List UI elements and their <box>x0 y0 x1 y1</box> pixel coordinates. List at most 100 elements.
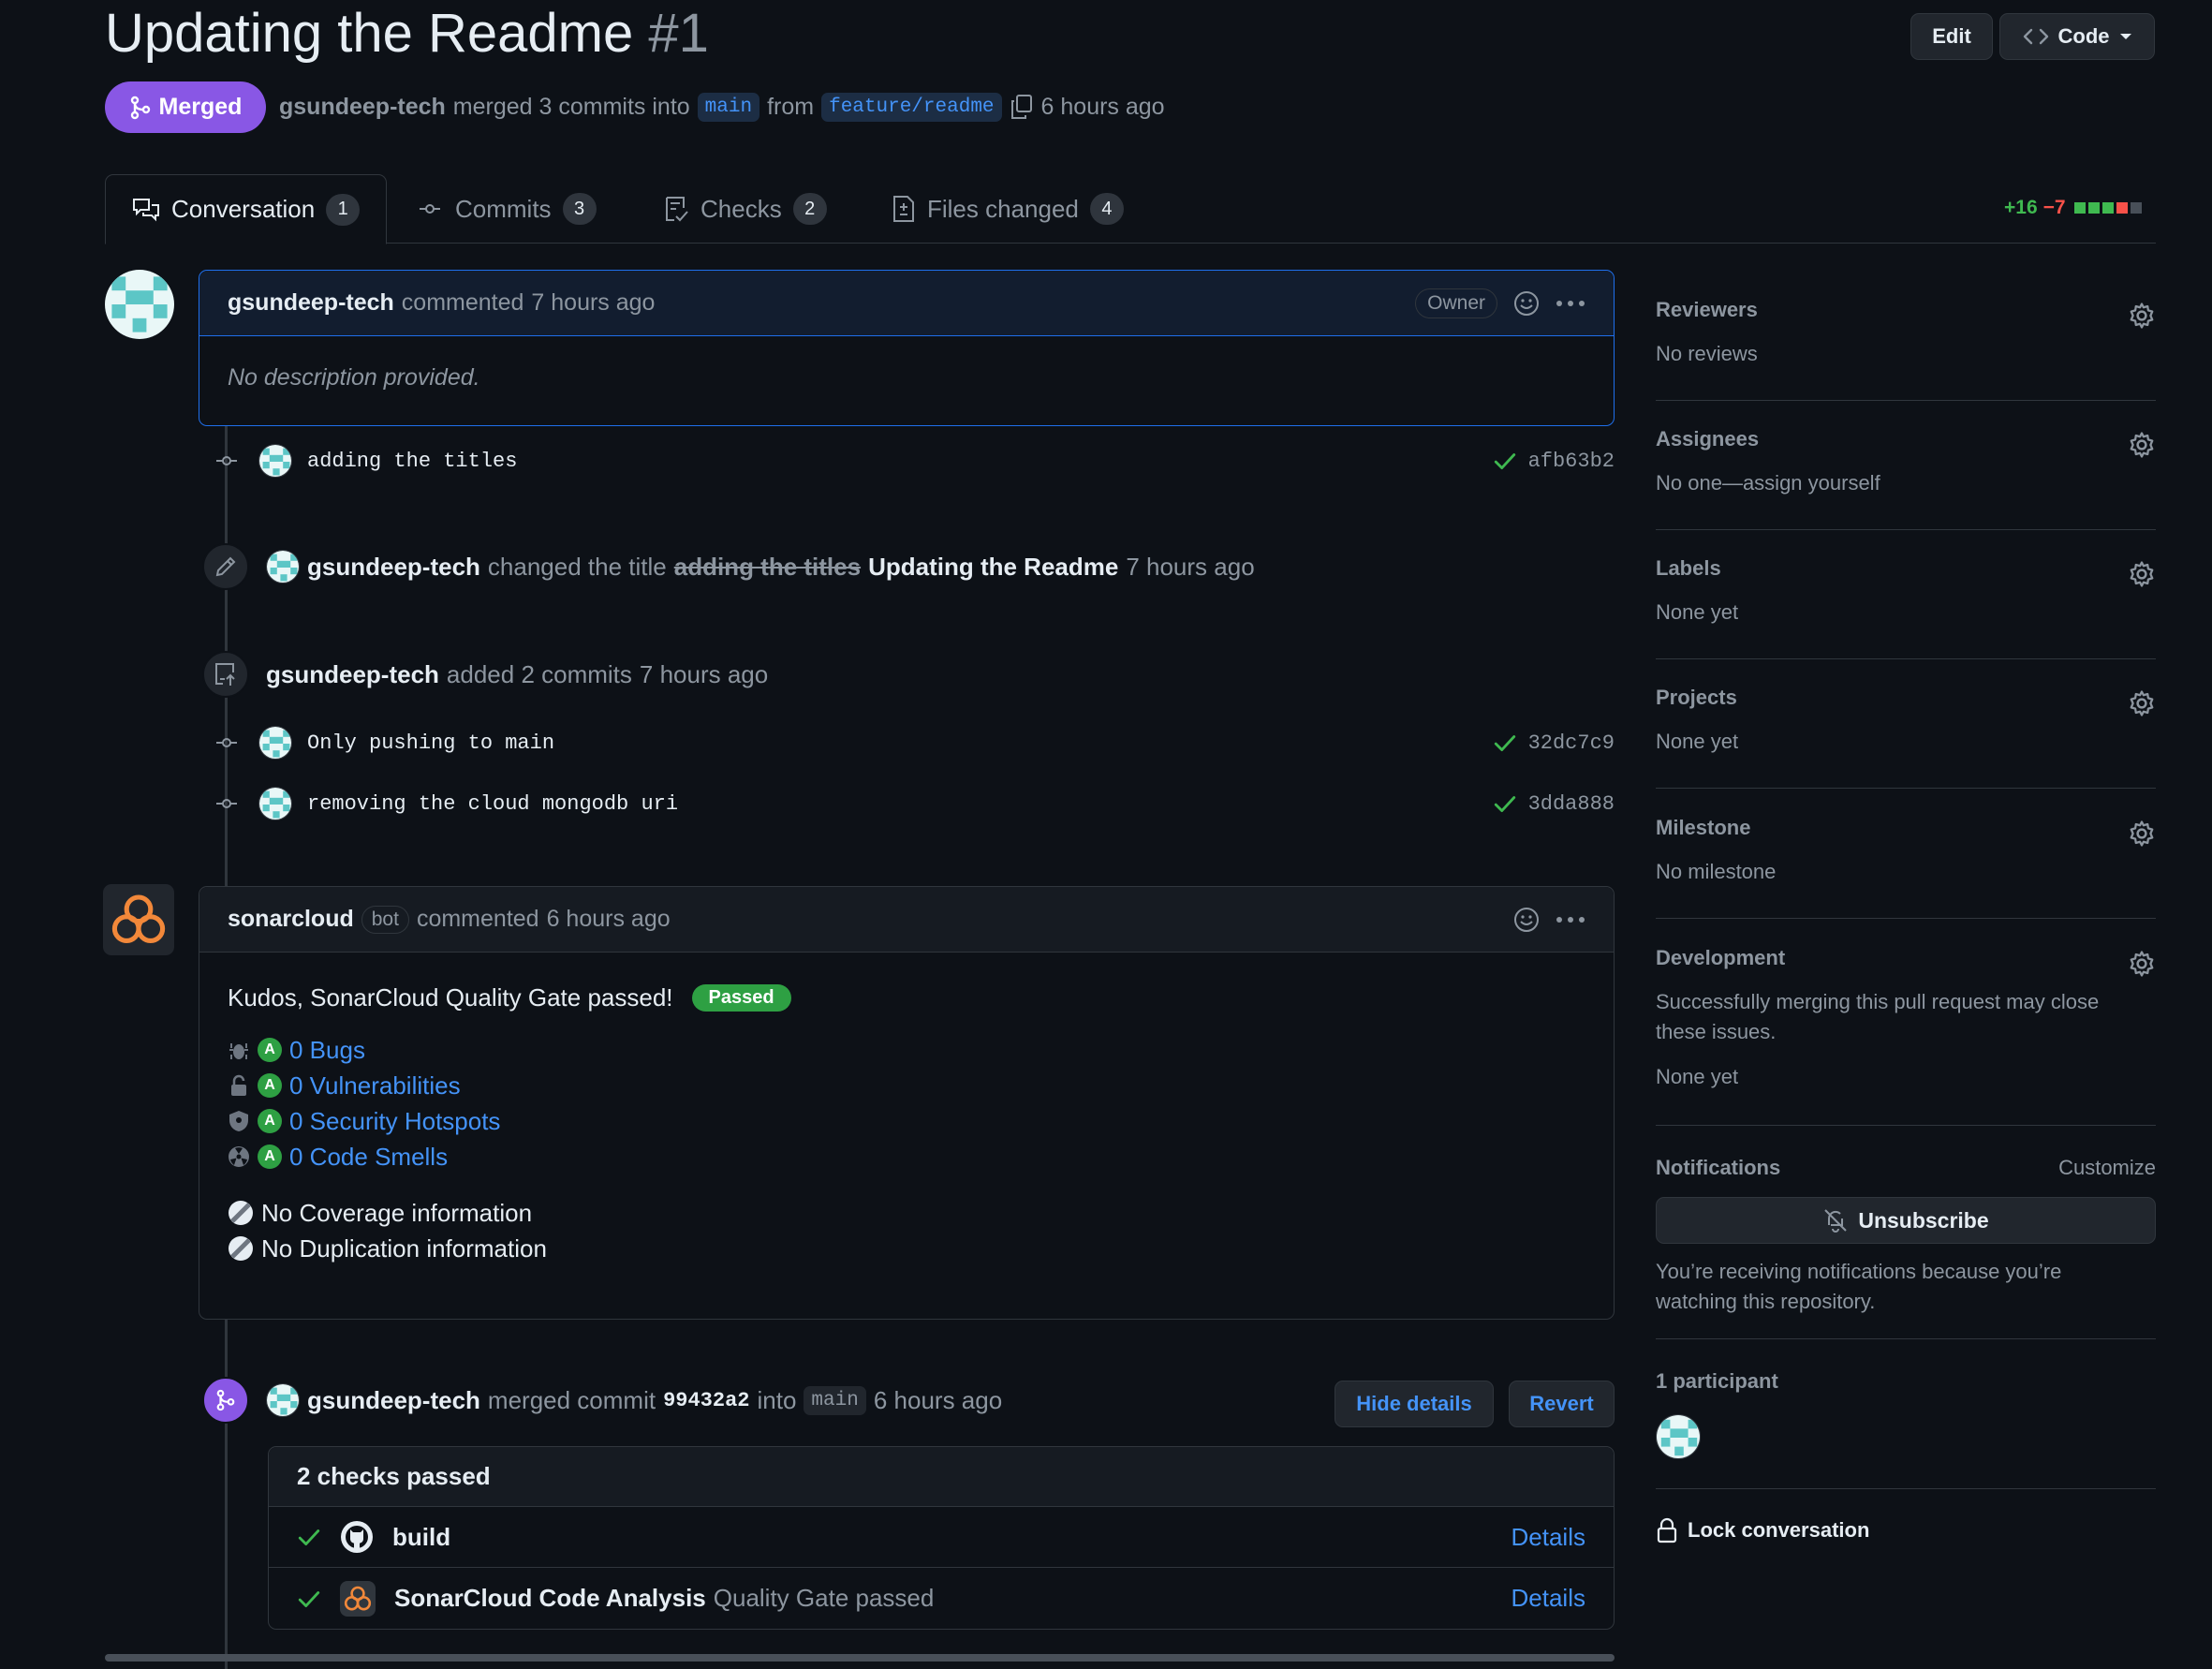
diffstat-bar <box>2072 197 2142 219</box>
copy-icon[interactable] <box>1010 94 1034 120</box>
comment-discussion-icon <box>132 197 160 223</box>
merged-status-badge: Merged <box>105 81 266 133</box>
commit-icon <box>214 792 240 815</box>
sonarcloud-avatar[interactable] <box>103 884 174 955</box>
sidebar-projects[interactable]: Projects None yet <box>1656 686 2156 789</box>
bot-badge: bot <box>361 905 409 934</box>
avatar[interactable] <box>258 726 292 760</box>
sidebar-value[interactable]: No one—assign yourself <box>1656 468 2156 498</box>
check-name: build <box>392 1522 451 1551</box>
sidebar-reviewers[interactable]: Reviewers No reviews <box>1656 298 2156 401</box>
check-details-link[interactable]: Details <box>1512 1584 1585 1613</box>
sidebar-value: None yet <box>1656 730 1739 753</box>
metric-link[interactable]: 0 Bugs <box>289 1036 365 1065</box>
check-icon[interactable] <box>1493 449 1517 473</box>
check-icon[interactable] <box>1493 791 1517 816</box>
comment-author[interactable]: sonarcloud <box>228 906 354 933</box>
lock-conversation-button[interactable]: Lock conversation <box>1656 1517 1869 1543</box>
commit-sha[interactable]: afb63b2 <box>1528 450 1615 473</box>
check-icon[interactable] <box>1493 731 1517 755</box>
kebab-horizontal-icon[interactable] <box>1556 915 1585 924</box>
sidebar-assignees[interactable]: Assignees No one—assign yourself <box>1656 427 2156 530</box>
sidebar-title: 1 participant <box>1656 1369 1778 1393</box>
tab-files-changed-count: 4 <box>1089 193 1124 225</box>
comment-header: sonarcloud bot commented 6 hours ago <box>199 887 1614 953</box>
avatar[interactable] <box>266 550 300 583</box>
rating-badge: A <box>258 1038 282 1062</box>
event-author[interactable]: gsundeep-tech <box>307 553 480 582</box>
repo-push-icon <box>202 651 249 698</box>
avatar[interactable] <box>258 787 292 820</box>
event-time[interactable]: 7 hours ago <box>1126 553 1254 582</box>
metric-link[interactable]: 0 Security Hotspots <box>289 1107 500 1136</box>
smiley-icon[interactable] <box>1512 289 1541 318</box>
commit-icon <box>416 198 444 220</box>
commit-status: afb63b2 <box>1493 449 1615 473</box>
base-branch[interactable]: main <box>697 92 760 122</box>
avatar[interactable] <box>258 444 292 478</box>
quality-gate-headline: Kudos, SonarCloud Quality Gate passed! <box>228 982 673 1012</box>
commit-message[interactable]: adding the titles <box>307 450 517 473</box>
merged-status-label: Merged <box>158 94 243 120</box>
chevron-down-icon <box>2119 32 2132 41</box>
coverage-text: No Coverage information <box>261 1198 533 1227</box>
comment-body: No description provided. <box>228 364 480 391</box>
github-logo-icon <box>340 1520 374 1554</box>
merge-commit-sha[interactable]: 99432a2 <box>663 1389 749 1412</box>
kebab-horizontal-icon[interactable] <box>1556 299 1585 308</box>
pr-meta: gsundeep-tech merged 3 commits into main… <box>279 88 1165 126</box>
sonar-info-list: No Coverage information No Duplication i… <box>228 1198 1585 1263</box>
commit-sha[interactable]: 3dda888 <box>1528 792 1615 816</box>
participant-avatar[interactable] <box>1656 1414 1701 1459</box>
tab-files-changed[interactable]: Files changed 4 <box>865 174 1150 244</box>
coverage-row: No Coverage information <box>228 1198 1585 1228</box>
gear-icon[interactable] <box>2128 302 2156 330</box>
sidebar-title: Assignees <box>1656 427 1760 450</box>
event-time[interactable]: 6 hours ago <box>874 1386 1002 1415</box>
merge-branch[interactable]: main <box>804 1385 866 1415</box>
smiley-icon[interactable] <box>1512 906 1541 934</box>
avatar[interactable] <box>105 270 174 339</box>
check-row: SonarCloud Code Analysis Quality Gate pa… <box>269 1568 1614 1629</box>
edit-button[interactable]: Edit <box>1910 13 1993 60</box>
metric-link[interactable]: 0 Vulnerabilities <box>289 1071 461 1100</box>
head-branch[interactable]: feature/readme <box>821 92 1002 122</box>
gear-icon[interactable] <box>2128 689 2156 717</box>
gear-icon[interactable] <box>2128 560 2156 588</box>
horizontal-scrollbar[interactable] <box>105 1654 1615 1662</box>
event-author[interactable]: gsundeep-tech <box>266 660 439 689</box>
commit-sha[interactable]: 32dc7c9 <box>1528 731 1615 755</box>
metric-link[interactable]: 0 Code Smells <box>289 1143 448 1172</box>
commit-message[interactable]: Only pushing to main <box>307 731 554 755</box>
gear-icon[interactable] <box>2128 431 2156 459</box>
comment-author[interactable]: gsundeep-tech <box>228 289 394 317</box>
new-title: Updating the Readme <box>868 552 1119 581</box>
commit-item: Only pushing to main 32dc7c9 <box>214 724 1615 761</box>
tab-checks-count: 2 <box>792 193 827 225</box>
gear-icon[interactable] <box>2128 950 2156 978</box>
tab-conversation[interactable]: Conversation 1 <box>105 174 388 244</box>
tab-commits[interactable]: Commits 3 <box>390 174 623 244</box>
comment-time[interactable]: 7 hours ago <box>531 289 655 317</box>
event-author[interactable]: gsundeep-tech <box>307 1386 480 1415</box>
hide-details-button[interactable]: Hide details <box>1335 1381 1494 1427</box>
check-details-link[interactable]: Details <box>1512 1523 1585 1552</box>
comment-time[interactable]: 6 hours ago <box>547 906 671 933</box>
avatar[interactable] <box>266 1383 300 1417</box>
sidebar-development[interactable]: Development Successfully merging this pu… <box>1656 946 2156 1126</box>
customize-link[interactable]: Customize <box>2058 1156 2156 1180</box>
pr-number: #1 <box>648 3 709 64</box>
revert-button[interactable]: Revert <box>1509 1381 1615 1427</box>
tab-checks[interactable]: Checks 2 <box>637 174 853 244</box>
git-merge-icon <box>129 96 152 120</box>
event-time[interactable]: 7 hours ago <box>640 660 768 689</box>
gear-icon[interactable] <box>2128 820 2156 848</box>
sidebar-labels[interactable]: Labels None yet <box>1656 556 2156 659</box>
comment-action: commented <box>416 906 539 932</box>
lock-icon <box>1656 1517 1678 1543</box>
commit-message[interactable]: removing the cloud mongodb uri <box>307 792 678 816</box>
sidebar-milestone[interactable]: Milestone No milestone <box>1656 816 2156 919</box>
unsubscribe-button[interactable]: Unsubscribe <box>1656 1197 2156 1244</box>
pr-author-link[interactable]: gsundeep-tech <box>279 94 446 121</box>
code-button[interactable]: Code <box>1999 13 2155 60</box>
